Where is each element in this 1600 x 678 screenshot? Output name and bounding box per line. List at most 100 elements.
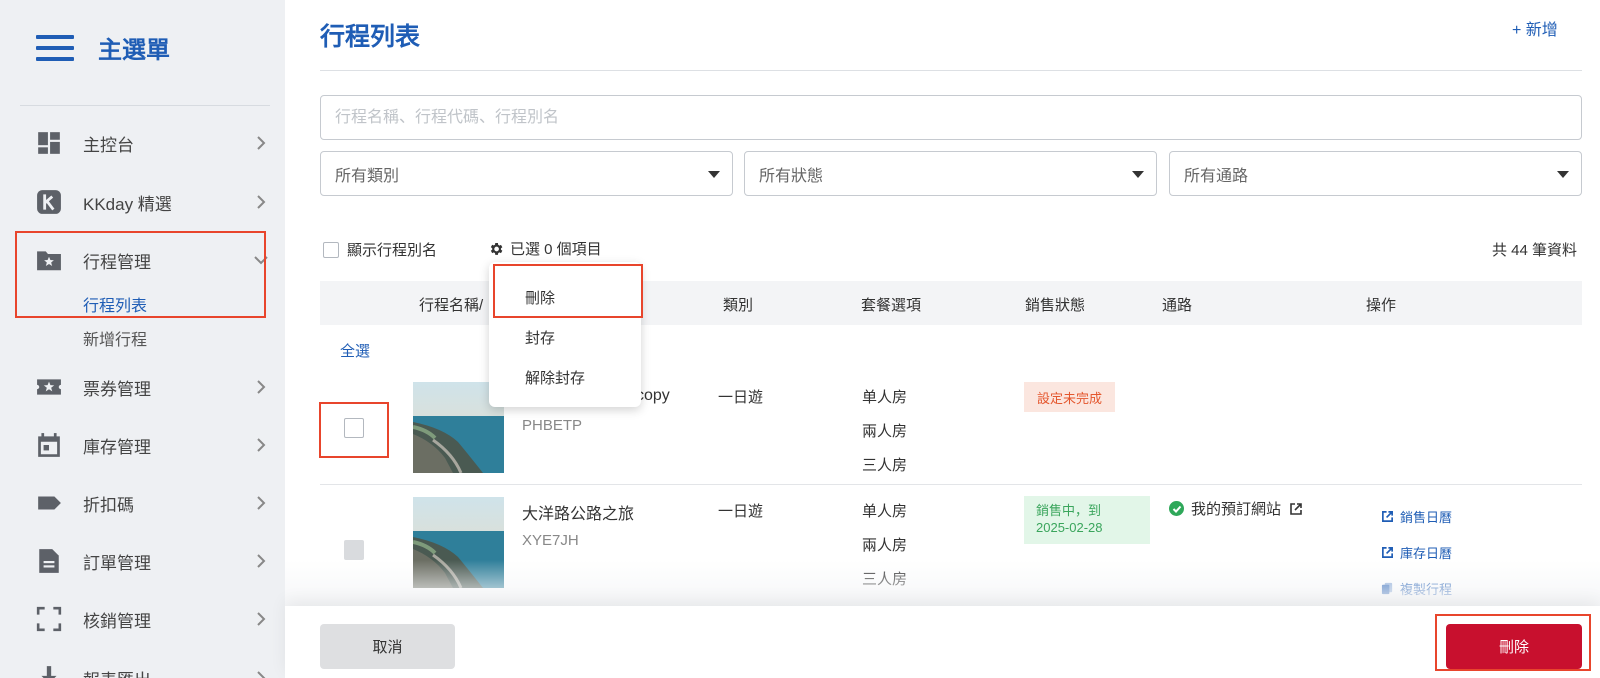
page-title: 行程列表: [320, 23, 421, 51]
sidebar-title: 主選單: [98, 37, 170, 64]
cancel-button[interactable]: 取消: [320, 624, 455, 669]
bottom-action-bar: [285, 606, 1600, 678]
copy-icon: [1381, 582, 1393, 595]
status-badge: 設定未完成: [1024, 382, 1115, 412]
caret-down-icon: [708, 171, 720, 178]
tour-category: 一日遊: [718, 503, 764, 520]
sidebar-item-label: 主控台: [83, 135, 134, 155]
check-circle-icon: [1169, 501, 1184, 516]
sidebar-item-label: 行程管理: [83, 252, 151, 272]
action-label: 銷售日曆: [1400, 510, 1453, 525]
menu-item-unarchive[interactable]: 解除封存: [525, 367, 585, 388]
row-checkbox-disabled: [344, 540, 364, 560]
chevron-right-icon: [253, 611, 269, 627]
sidebar-item-redemption-management[interactable]: 核銷管理: [0, 599, 285, 639]
channel-select-value: 所有通路: [1184, 167, 1249, 185]
kkday-logo-icon: [36, 189, 62, 215]
tour-code: PHBETP: [522, 417, 583, 434]
selected-count-label: 已選 0 個項目: [510, 241, 602, 258]
sidebar-subitem-add-tour[interactable]: 新增行程: [83, 326, 147, 350]
sidebar-item-inventory-management[interactable]: 庫存管理: [0, 425, 285, 465]
col-header-options: 套餐選項: [861, 297, 922, 314]
gear-icon: [490, 242, 503, 255]
package-option: 兩人房: [862, 423, 908, 440]
sidebar-divider: [20, 105, 270, 106]
status-badge: 銷售中，到 2025-02-28: [1024, 496, 1150, 544]
package-option: 三人房: [862, 457, 908, 474]
status-select-value: 所有狀態: [759, 167, 824, 185]
action-label: 庫存日曆: [1400, 546, 1453, 561]
dashboard-icon: [36, 130, 62, 156]
document-icon: [36, 548, 62, 574]
channel-name: 我的預訂網站: [1191, 501, 1282, 518]
external-link-icon: [1290, 502, 1302, 515]
hamburger-menu-icon[interactable]: [36, 34, 74, 61]
status-badge-date: 2025-02-28: [1036, 520, 1103, 535]
copy-tour-link[interactable]: 複製行程: [1381, 579, 1452, 598]
sidebar-item-kkday-picks[interactable]: KKday 精選: [0, 182, 285, 222]
sidebar-item-label: 核銷管理: [83, 611, 151, 631]
chevron-right-icon: [253, 194, 269, 210]
package-option: 单人房: [862, 389, 908, 406]
menu-item-delete[interactable]: 刪除: [525, 287, 555, 308]
col-header-name: 行程名稱/: [419, 297, 484, 314]
show-alias-label: 顯示行程別名: [347, 242, 438, 259]
row-divider: [320, 484, 1582, 485]
sidebar-item-label: 折扣碼: [83, 495, 134, 515]
channel-link[interactable]: 我的預訂網站: [1169, 498, 1303, 519]
search-input[interactable]: [320, 95, 1582, 140]
chevron-down-icon: [253, 252, 269, 268]
package-option: 单人房: [862, 503, 908, 520]
bulk-actions-trigger[interactable]: 已選 0 個項目: [488, 238, 602, 259]
sidebar-item-order-management[interactable]: 訂單管理: [0, 541, 285, 581]
chevron-right-icon: [253, 495, 269, 511]
external-link-icon: [1382, 547, 1393, 558]
sidebar-item-label: 訂單管理: [83, 553, 151, 573]
folder-star-icon: [36, 247, 62, 273]
sidebar-item-dashboard[interactable]: 主控台: [0, 123, 285, 163]
status-select[interactable]: 所有狀態: [744, 151, 1157, 196]
show-alias-toggle[interactable]: 顯示行程別名: [323, 239, 437, 260]
sidebar-item-tour-management[interactable]: 行程管理: [0, 240, 285, 280]
col-header-category: 類別: [723, 297, 754, 314]
delete-button[interactable]: 刪除: [1446, 624, 1582, 669]
sidebar: 主選單 主控台 KKday 精選 行程管理 行程列表 新增行程 票券管理 庫存管…: [0, 0, 285, 678]
chevron-right-icon: [253, 379, 269, 395]
sales-calendar-link[interactable]: 銷售日曆: [1381, 507, 1452, 526]
bulk-actions-menu: 刪除 封存 解除封存: [489, 262, 641, 407]
show-alias-checkbox[interactable]: [323, 241, 339, 258]
ticket-star-icon: [36, 374, 62, 400]
sidebar-item-discount-code[interactable]: 折扣碼: [0, 483, 285, 523]
external-link-icon: [1382, 511, 1393, 522]
chevron-right-icon: [253, 437, 269, 453]
col-header-actions: 操作: [1366, 297, 1397, 314]
sidebar-item-report-export[interactable]: 報表匯出: [0, 658, 285, 678]
sidebar-subitem-tour-list[interactable]: 行程列表: [83, 292, 147, 316]
calendar-icon: [36, 432, 62, 458]
sidebar-item-label: KKday 精選: [83, 194, 172, 214]
add-tour-button[interactable]: + 新增: [1512, 16, 1558, 40]
sidebar-item-label: 報表匯出: [83, 666, 151, 678]
tag-icon: [36, 490, 62, 516]
menu-item-archive[interactable]: 封存: [525, 327, 555, 348]
select-all-link[interactable]: 全選: [340, 340, 370, 361]
channel-select[interactable]: 所有通路: [1169, 151, 1582, 196]
package-option: 兩人房: [862, 537, 908, 554]
sidebar-header: 主選單: [36, 30, 170, 65]
chevron-right-icon: [253, 670, 269, 678]
status-badge-line: 銷售中，到: [1036, 503, 1102, 518]
caret-down-icon: [1557, 171, 1569, 178]
tour-code: XYE7JH: [522, 532, 579, 549]
col-header-status: 銷售狀態: [1025, 297, 1086, 314]
tour-name[interactable]: 大洋路公路之旅: [522, 500, 634, 524]
row-checkbox[interactable]: [344, 418, 364, 438]
sidebar-item-ticket-management[interactable]: 票券管理: [0, 367, 285, 407]
category-select[interactable]: 所有類別: [320, 151, 733, 196]
tour-name[interactable]: copy: [636, 387, 670, 405]
caret-down-icon: [1132, 171, 1144, 178]
inventory-calendar-link[interactable]: 庫存日曆: [1381, 543, 1452, 562]
header-divider: [320, 70, 1582, 71]
tour-thumbnail[interactable]: [413, 497, 504, 588]
sidebar-item-label: 票券管理: [83, 379, 151, 399]
chevron-right-icon: [253, 135, 269, 151]
